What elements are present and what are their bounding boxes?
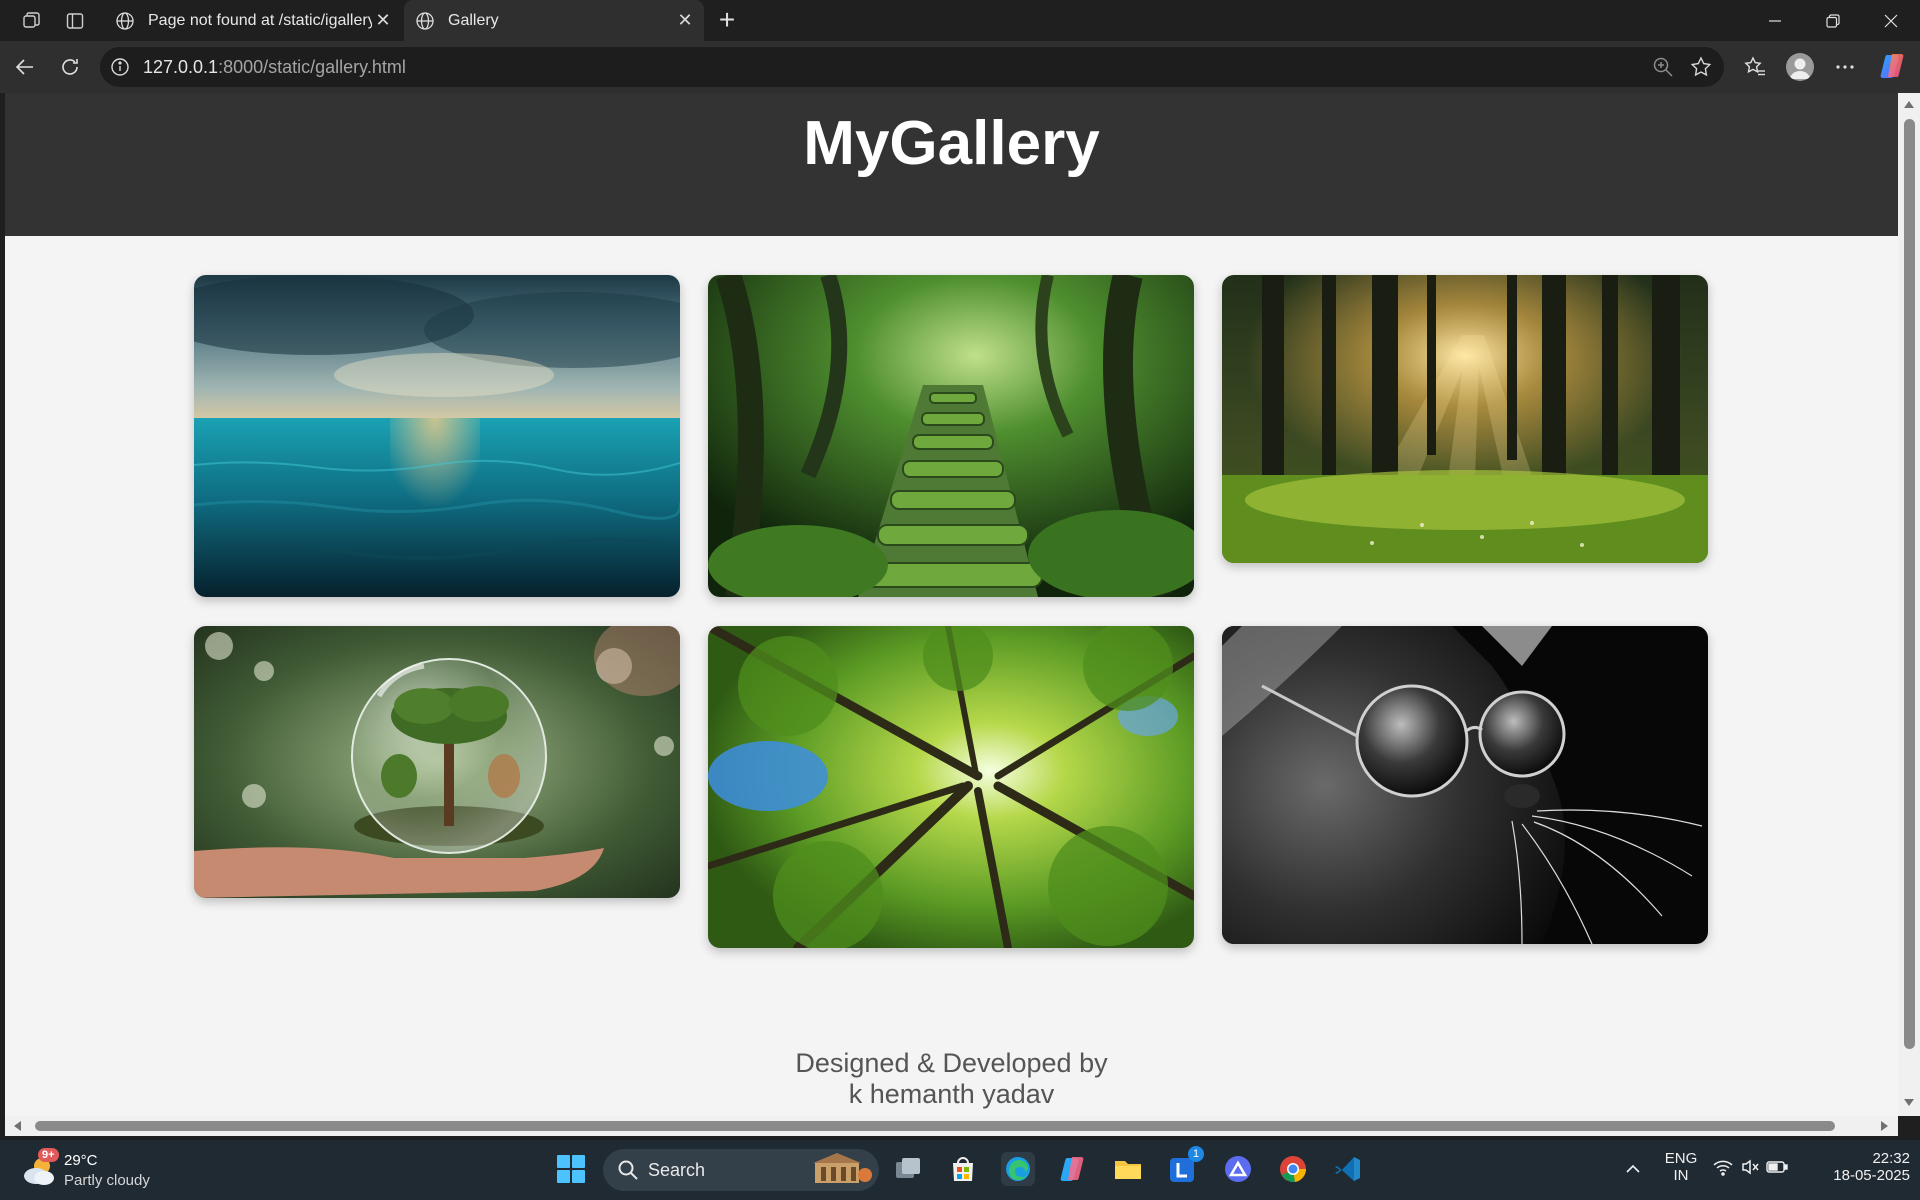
site-header: MyGallery: [5, 93, 1898, 236]
footer-author-name: k hemanth yadav: [848, 1079, 1055, 1109]
gallery-image-cat-sunglasses[interactable]: [1222, 626, 1708, 944]
copilot-icon[interactable]: [1878, 51, 1908, 81]
microsoft-store-icon[interactable]: [946, 1152, 980, 1186]
favorite-star-icon[interactable]: [1690, 56, 1712, 78]
taskbar-search[interactable]: Search: [603, 1149, 879, 1191]
page-viewport: MyGallery Designed & Developed by k hema…: [5, 93, 1898, 1116]
horizontal-scroll-thumb[interactable]: [35, 1121, 1835, 1131]
edge-browser-icon[interactable]: [1001, 1152, 1035, 1186]
gallery-image-tree-globe[interactable]: [194, 626, 680, 898]
wifi-icon: [1712, 1157, 1734, 1182]
search-highlight-icon: [809, 1153, 873, 1192]
launcher-l-icon[interactable]: 1: [1166, 1146, 1204, 1186]
new-tab-button[interactable]: +: [712, 6, 742, 36]
start-button[interactable]: [554, 1152, 588, 1186]
clock[interactable]: 22:32 18-05-2025: [1810, 1150, 1910, 1184]
close-tab-icon[interactable]: ✕: [674, 10, 696, 32]
vertical-scrollbar[interactable]: [1898, 93, 1920, 1116]
more-menu-icon[interactable]: [1830, 52, 1860, 82]
weather-alert-badge: 9+: [38, 1148, 59, 1162]
speaker-muted-icon: [1740, 1157, 1760, 1182]
task-view-icon[interactable]: [891, 1152, 925, 1186]
close-tab-icon[interactable]: ✕: [372, 10, 394, 32]
taskbar: 9+ 29°C Partly cloudy Search 1 ENG IN 22…: [0, 1140, 1920, 1200]
scroll-down-icon[interactable]: [1904, 1099, 1914, 1106]
vscode-icon[interactable]: [1331, 1152, 1365, 1186]
chrome-icon[interactable]: [1276, 1152, 1310, 1186]
workspaces-icon[interactable]: [18, 8, 44, 34]
gallery-image-sunbeam-forest[interactable]: [1222, 275, 1708, 563]
gallery-image-mossy-stairs[interactable]: [708, 275, 1194, 597]
copilot-app-icon[interactable]: [1056, 1152, 1090, 1186]
weather-condition: Partly cloudy: [64, 1172, 150, 1189]
url-text: 127.0.0.1:8000/static/gallery.html: [143, 57, 406, 77]
globe-icon: [114, 10, 136, 32]
battery-icon: [1766, 1160, 1788, 1179]
scroll-left-icon[interactable]: [14, 1121, 21, 1131]
footer-credit-line: Designed & Developed by: [795, 1048, 1108, 1078]
horizontal-scrollbar[interactable]: [5, 1116, 1898, 1136]
favorites-icon[interactable]: [1740, 52, 1770, 82]
show-hidden-icons-chevron-icon[interactable]: [1616, 1152, 1650, 1186]
minimize-button[interactable]: [1747, 4, 1803, 38]
site-info-icon[interactable]: [110, 57, 130, 77]
zoom-icon[interactable]: [1652, 56, 1674, 78]
footer: Designed & Developed by k hemanth yadav: [5, 1048, 1898, 1110]
refresh-button[interactable]: [55, 52, 85, 82]
back-button[interactable]: [10, 52, 40, 82]
file-explorer-icon[interactable]: [1111, 1152, 1145, 1186]
gallery-image-ocean[interactable]: [194, 275, 680, 597]
gallery-image-tree-canopy[interactable]: [708, 626, 1194, 948]
tab-title: Gallery: [448, 11, 499, 29]
restore-button[interactable]: [1805, 4, 1861, 38]
search-label: Search: [648, 1160, 706, 1180]
tab-gallery[interactable]: Gallery ✕: [404, 0, 704, 41]
tab-page-not-found[interactable]: Page not found at /static/igallery.html …: [104, 0, 402, 41]
notification-badge: 1: [1188, 1146, 1204, 1162]
app-triangle-icon[interactable]: [1221, 1152, 1255, 1186]
clock-time: 22:32: [1872, 1150, 1910, 1167]
page-title: MyGallery: [803, 109, 1100, 179]
profile-avatar[interactable]: [1786, 53, 1814, 81]
search-icon: [617, 1159, 639, 1186]
address-bar[interactable]: 127.0.0.1:8000/static/gallery.html: [100, 47, 1724, 87]
close-window-button[interactable]: [1863, 4, 1919, 38]
vertical-tabs-icon[interactable]: [62, 8, 88, 34]
weather-temperature: 29°C: [64, 1152, 98, 1169]
weather-widget[interactable]: 9+ 29°C Partly cloudy: [22, 1148, 182, 1192]
globe-icon: [414, 10, 436, 32]
language-indicator[interactable]: ENG IN: [1656, 1150, 1706, 1184]
scroll-up-icon[interactable]: [1904, 101, 1914, 108]
clock-date: 18-05-2025: [1833, 1167, 1910, 1184]
system-tray-status[interactable]: [1710, 1152, 1790, 1186]
vertical-scroll-thumb[interactable]: [1904, 119, 1915, 1049]
tab-bar: Page not found at /static/igallery.html …: [0, 0, 1920, 41]
scroll-right-icon[interactable]: [1881, 1121, 1888, 1131]
address-toolbar: 127.0.0.1:8000/static/gallery.html: [0, 41, 1920, 93]
tab-title: Page not found at /static/igallery.html: [148, 11, 372, 29]
